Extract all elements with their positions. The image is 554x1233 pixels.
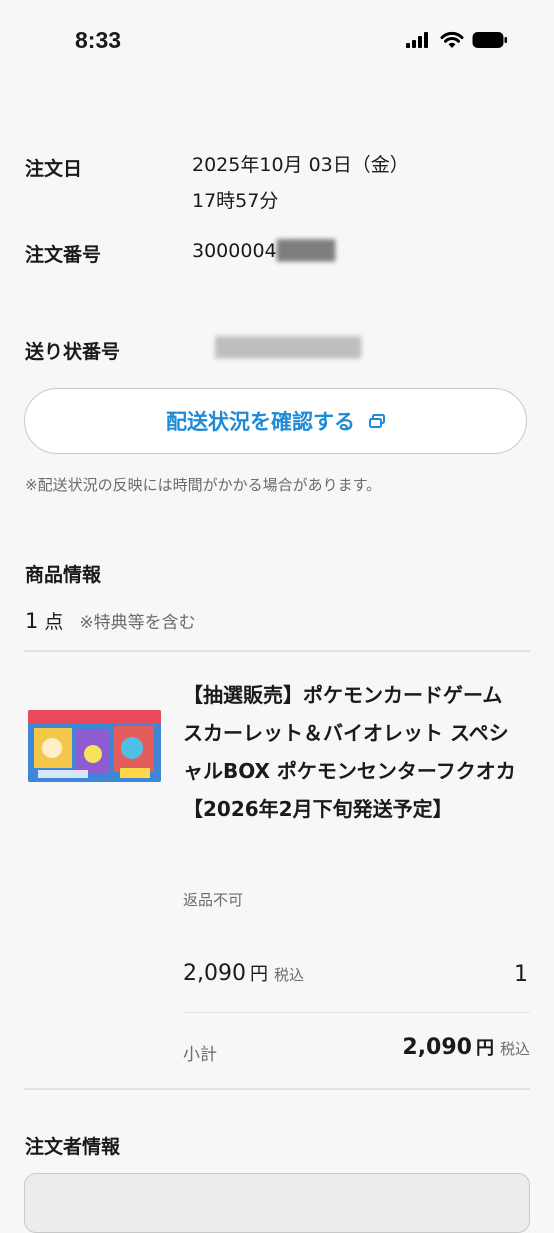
unit-price: 2,090 円税込 — [183, 960, 304, 986]
return-note: 返品不可 — [183, 891, 244, 909]
subtotal-yen: 円 — [475, 1038, 494, 1059]
product-name-link[interactable]: 【抽選販売】ポケモンカードゲーム スカーレット＆バイオレット スペシャルBOX … — [183, 676, 528, 828]
status-time: 8:33 — [75, 27, 122, 53]
subtotal-value: 2,090 — [402, 1035, 472, 1060]
status-bar: 8:33 — [0, 0, 554, 84]
product-info-title: 商品情報 — [25, 564, 102, 586]
order-date-value: 2025年10月 03日（金） 17時57分 — [192, 147, 409, 219]
subtotal-label: 小計 — [183, 1045, 217, 1065]
order-number-label: 注文番号 — [25, 244, 102, 266]
product-image[interactable] — [28, 710, 161, 782]
item-count-value: 1 — [25, 609, 39, 633]
item-count: 1 点 ※特典等を含む — [25, 607, 196, 634]
price-tax-label: 税込 — [273, 966, 304, 984]
price-yen: 円 — [249, 964, 268, 985]
divider — [24, 1088, 530, 1090]
quantity: 1 — [514, 962, 528, 987]
external-link-icon — [369, 409, 385, 433]
redacted-area: ████ — [276, 240, 336, 262]
order-number-text: 3000004 — [192, 240, 277, 262]
check-shipping-status-button[interactable]: 配送状況を確認する — [24, 388, 527, 454]
subtotal: 2,090 円税込 — [402, 1034, 530, 1060]
battery-icon — [472, 31, 508, 53]
order-time-line2: 17時57分 — [192, 190, 279, 212]
wifi-icon — [440, 31, 464, 53]
item-count-note: ※特典等を含む — [79, 613, 196, 633]
tracking-number-redacted: ██████████ — [215, 330, 361, 366]
tracking-number-label: 送り状番号 — [25, 341, 121, 363]
redacted-area: ██████████ — [215, 337, 362, 359]
order-date-line1: 2025年10月 03日（金） — [192, 154, 409, 176]
orderer-info-box — [24, 1173, 530, 1233]
price-value: 2,090 — [183, 961, 246, 986]
check-shipping-status-label: 配送状況を確認する — [166, 410, 355, 434]
order-date-label: 注文日 — [25, 158, 83, 180]
subtotal-tax-label: 税込 — [499, 1040, 530, 1058]
signal-icon — [406, 32, 432, 52]
divider — [183, 1012, 530, 1013]
divider — [24, 650, 530, 652]
status-icons — [406, 31, 508, 53]
orderer-info-title: 注文者情報 — [25, 1136, 121, 1158]
order-number-value: 3000004████ — [192, 233, 335, 269]
shipping-status-note: ※配送状況の反映には時間がかかる場合があります。 — [25, 476, 382, 494]
item-count-unit: 点 — [44, 611, 64, 633]
